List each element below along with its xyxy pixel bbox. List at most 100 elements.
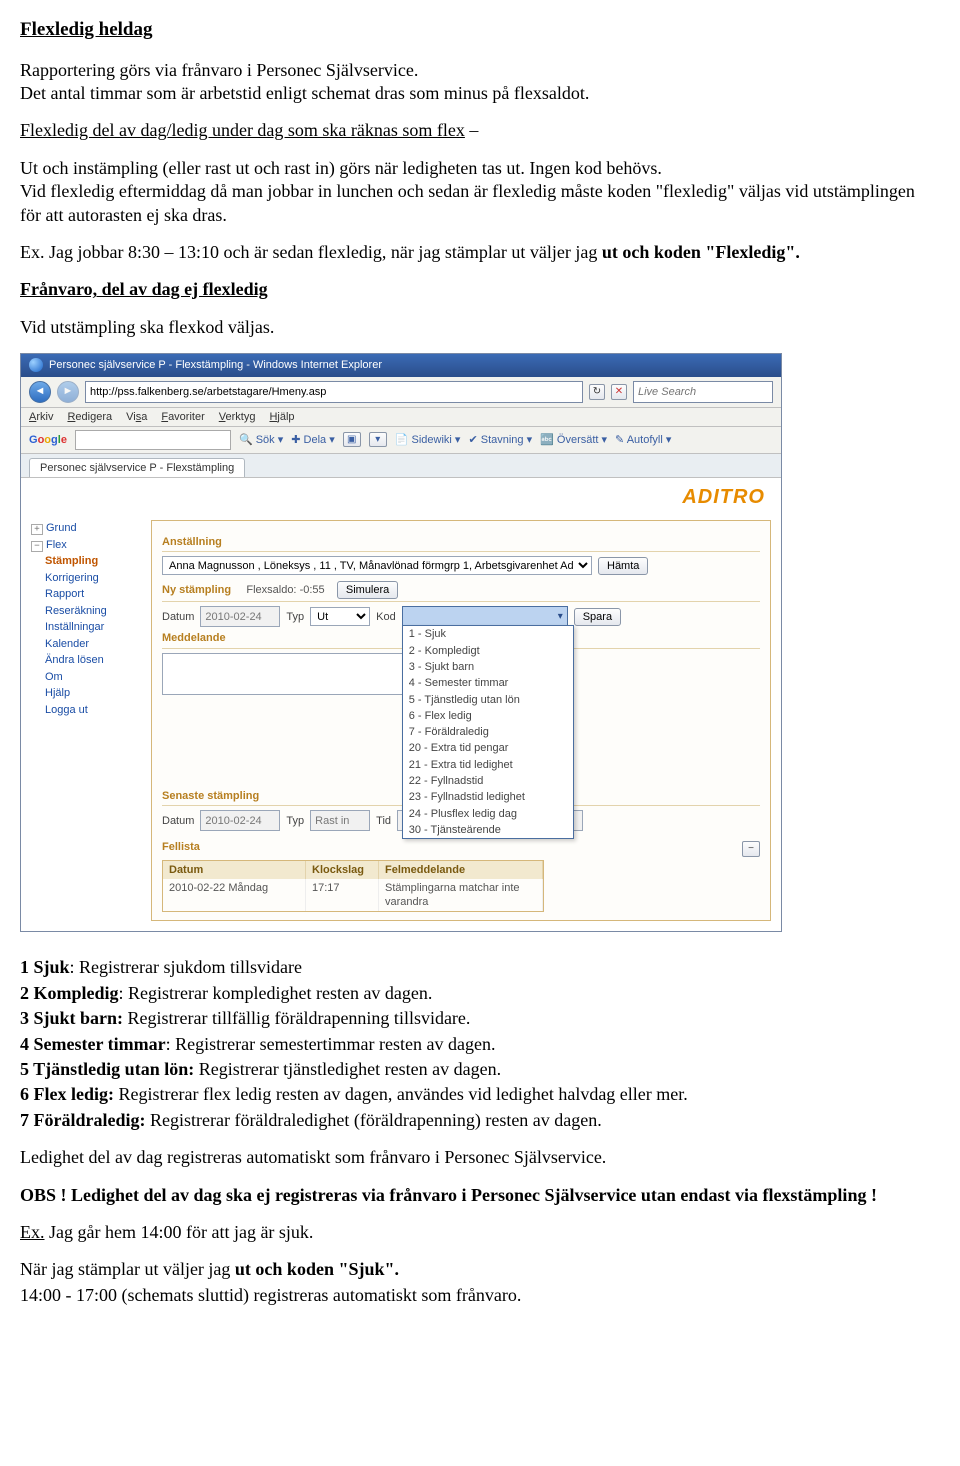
stop-icon[interactable]: ✕: [611, 384, 627, 400]
spara-button[interactable]: Spara: [574, 608, 621, 626]
paragraph: Ex. Jag går hem 14:00 för att jag är sju…: [20, 1221, 940, 1244]
tree-kalender[interactable]: Kalender: [45, 636, 141, 653]
kod-option[interactable]: 5 - Tjänstledig utan lön: [403, 692, 573, 708]
label-datum: Datum: [162, 814, 194, 828]
datum-input[interactable]: [200, 606, 280, 627]
anstallning-select[interactable]: Anna Magnusson , Löneksys , 11 , TV, Mån…: [162, 556, 592, 575]
ie-menubar: AArkivrkiv Redigera Visa Favoriter Verkt…: [21, 408, 781, 427]
refresh-icon[interactable]: ↻: [589, 384, 605, 400]
legend-7-label: 7 Föräldraledig:: [20, 1110, 145, 1130]
legend-2-text: : Registrerar kompledighet resten av dag…: [119, 983, 433, 1003]
menu-arkiv[interactable]: AArkivrkiv: [29, 410, 53, 424]
ie-tab[interactable]: Personec självservice P - Flexstämpling: [29, 458, 245, 477]
google-logo: Google: [29, 433, 67, 447]
ie-address-bar: ◄ ► ↻ ✕: [21, 377, 781, 408]
embedded-screenshot: Personec självservice P - Flexstämpling …: [20, 353, 782, 932]
sen-typ-input: [310, 810, 370, 831]
tree-rapport[interactable]: Rapport: [45, 586, 141, 603]
col-datum: Datum: [163, 861, 306, 879]
kod-option[interactable]: 22 - Fyllnadstid: [403, 773, 573, 789]
paragraph: Ut och instämpling (eller rast ut och ra…: [20, 157, 940, 227]
text-bold: ut och koden "Flexledig".: [602, 242, 800, 262]
text: Ex. Jag jobbar 8:30 – 13:10 och är sedan…: [20, 242, 602, 262]
kod-dropdown[interactable]: 1 - Sjuk 2 - Kompledigt 3 - Sjukt barn 4…: [402, 625, 574, 839]
section-ny-stampling: Ny stämpling Flexsaldo: -0:55 Simulera: [162, 581, 760, 602]
google-stavning[interactable]: ✔ Stavning ▾: [468, 433, 532, 447]
tree-grund[interactable]: +Grund: [31, 520, 141, 537]
menu-redigera[interactable]: Redigera: [67, 410, 112, 424]
google-sidewiki[interactable]: 📄 Sidewiki ▾: [395, 433, 461, 447]
fellista-table: Datum Klockslag Felmeddelande 2010-02-22…: [162, 860, 544, 913]
kod-option[interactable]: 6 - Flex ledig: [403, 708, 573, 724]
tree-stampling[interactable]: Stämpling: [45, 553, 141, 570]
google-autofyll[interactable]: ✎ Autofyll ▾: [615, 433, 671, 447]
back-button[interactable]: ◄: [29, 381, 51, 403]
col-felmeddelande: Felmeddelande: [379, 861, 543, 879]
tree-reserakning[interactable]: Reseräkning: [45, 603, 141, 620]
paragraph: 14:00 - 17:00 (schemats sluttid) registr…: [20, 1284, 940, 1307]
tree-installningar[interactable]: Inställningar: [45, 619, 141, 636]
legend-7-text: Registrerar föräldraledighet (föräldrape…: [145, 1110, 601, 1130]
forward-button[interactable]: ►: [57, 381, 79, 403]
kod-option[interactable]: 2 - Kompledigt: [403, 643, 573, 659]
google-oversatt[interactable]: 🔤 Översätt ▾: [540, 433, 607, 447]
ie-tabstrip: Personec självservice P - Flexstämpling: [21, 454, 781, 478]
paragraph: Ex. Jag jobbar 8:30 – 13:10 och är sedan…: [20, 241, 940, 264]
paragraph: Flexledig del av dag/ledig under dag som…: [20, 119, 940, 142]
kod-option[interactable]: 7 - Föräldraledig: [403, 724, 573, 740]
tree-om[interactable]: Om: [45, 669, 141, 686]
label-kod: Kod: [376, 610, 396, 624]
legend-3-text: Registrerar tillfällig föräldrapenning t…: [123, 1008, 470, 1028]
label-tid: Tid: [376, 814, 391, 828]
brand-area: ADITRO: [21, 478, 781, 510]
google-btn-a[interactable]: ▣: [343, 432, 361, 447]
app-content: +Grund −Flex Stämpling Korrigering Rappo…: [21, 510, 781, 931]
text-bold: ut och koden "Sjuk".: [235, 1259, 399, 1279]
simulera-button[interactable]: Simulera: [337, 581, 398, 599]
collapse-icon[interactable]: −: [31, 541, 43, 552]
tree-andra-losen[interactable]: Ändra lösen: [45, 652, 141, 669]
legend-1-text: : Registrerar sjukdom tillsvidare: [70, 957, 302, 977]
legend-5-label: 5 Tjänstledig utan lön:: [20, 1059, 194, 1079]
kod-select[interactable]: [402, 606, 568, 627]
kod-option[interactable]: 20 - Extra tid pengar: [403, 740, 573, 756]
hamta-button[interactable]: Hämta: [598, 557, 648, 575]
menu-hjalp[interactable]: Hjälp: [269, 410, 294, 424]
heading-franvaro: Frånvaro, del av dag ej flexledig: [20, 278, 940, 301]
menu-visa[interactable]: Visa: [126, 410, 147, 424]
menu-verktyg[interactable]: Verktyg: [219, 410, 256, 424]
google-toolbar: Google 🔍 Sök ▾ ✚ Dela ▾ ▣ ▾ 📄 Sidewiki ▾…: [21, 427, 781, 454]
google-dela[interactable]: ✚ Dela ▾: [291, 433, 334, 447]
text: När jag stämplar ut väljer jag: [20, 1259, 235, 1279]
tree-logga-ut[interactable]: Logga ut: [45, 702, 141, 719]
expand-icon[interactable]: +: [31, 524, 43, 535]
window-title: Personec självservice P - Flexstämpling …: [49, 358, 382, 372]
kod-option[interactable]: 30 - Tjänsteärende: [403, 822, 573, 838]
heading-flexledig-del-av-dag: Flexledig del av dag/ledig under dag som…: [20, 120, 465, 140]
google-search-input[interactable]: [75, 430, 231, 450]
tree-korrigering[interactable]: Korrigering: [45, 570, 141, 587]
menu-favoriter[interactable]: Favoriter: [161, 410, 204, 424]
text: –: [465, 120, 479, 140]
label-typ: Typ: [286, 610, 304, 624]
url-input[interactable]: [85, 381, 583, 403]
legend-4-label: 4 Semester timmar: [20, 1034, 166, 1054]
tree-hjalp[interactable]: Hjälp: [45, 685, 141, 702]
google-sok[interactable]: 🔍 Sök ▾: [239, 433, 283, 447]
collapse-icon[interactable]: −: [742, 841, 760, 857]
label-datum: Datum: [162, 610, 194, 624]
tree-flex[interactable]: −Flex: [31, 537, 141, 554]
search-input[interactable]: [633, 381, 773, 403]
kod-option[interactable]: 21 - Extra tid ledighet: [403, 757, 573, 773]
google-btn-b[interactable]: ▾: [369, 432, 387, 447]
form-panel: Anställning Anna Magnusson , Löneksys , …: [151, 520, 771, 921]
kod-option[interactable]: 4 - Semester timmar: [403, 675, 573, 691]
text: Det antal timmar som är arbetstid enligt…: [20, 83, 589, 103]
kod-option[interactable]: 1 - Sjuk: [403, 626, 573, 642]
kod-option[interactable]: 23 - Fyllnadstid ledighet: [403, 789, 573, 805]
typ-select[interactable]: Ut: [310, 607, 370, 626]
section-anstallning: Anställning: [162, 535, 760, 552]
kod-option[interactable]: 3 - Sjukt barn: [403, 659, 573, 675]
label-typ: Typ: [286, 814, 304, 828]
kod-option[interactable]: 24 - Plusflex ledig dag: [403, 806, 573, 822]
